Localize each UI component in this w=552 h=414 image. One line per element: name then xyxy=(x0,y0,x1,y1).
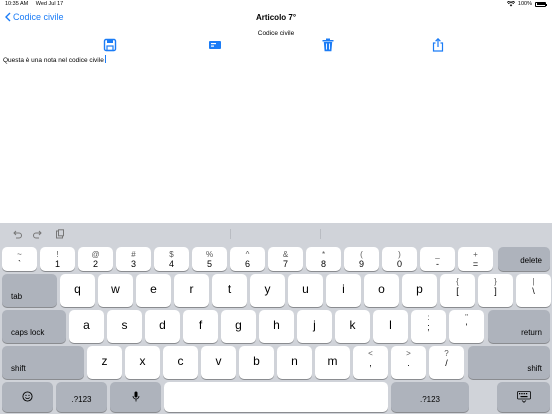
trash-icon xyxy=(322,38,334,52)
key-g[interactable]: g xyxy=(221,310,256,343)
redo-icon[interactable] xyxy=(33,229,43,239)
key-punct2-2[interactable]: ? / xyxy=(429,346,464,379)
share-icon xyxy=(432,38,444,52)
return-key[interactable]: return xyxy=(488,310,550,343)
key-5[interactable]: % 5 xyxy=(192,247,227,271)
key-u[interactable]: u xyxy=(288,274,323,307)
key-m[interactable]: m xyxy=(315,346,350,379)
caps-lock-key[interactable]: caps lock xyxy=(2,310,66,343)
bar-divider xyxy=(230,229,231,239)
key-w[interactable]: w xyxy=(98,274,133,307)
text-caret xyxy=(104,55,106,63)
key-z[interactable]: z xyxy=(87,346,122,379)
key--[interactable]: _ - xyxy=(420,247,455,271)
keyboard-shortcut-bar xyxy=(0,223,552,244)
numbers-key-left[interactable]: .?123 xyxy=(56,382,107,412)
shift-left-key[interactable]: shift xyxy=(2,346,84,379)
key-a[interactable]: a xyxy=(69,310,104,343)
key-x[interactable]: x xyxy=(125,346,160,379)
key-7[interactable]: & 7 xyxy=(268,247,303,271)
dictation-key[interactable] xyxy=(110,382,161,412)
wifi-icon xyxy=(506,1,515,7)
key-=[interactable]: + = xyxy=(458,247,493,271)
key-symbol-0[interactable]: {[ xyxy=(440,274,475,307)
keyboard-dismiss-icon xyxy=(516,391,531,403)
key-1[interactable]: ! 1 xyxy=(40,247,75,271)
keyboard-dismiss-key[interactable] xyxy=(497,382,550,412)
status-bar: 10:35 AM Wed Jul 17 100% xyxy=(0,0,552,9)
key-symbol-2[interactable]: | \ xyxy=(516,274,551,307)
page-title: Articolo 7° xyxy=(255,13,297,22)
microphone-icon xyxy=(132,391,139,402)
note-text: Questa è una nota nel codice civile xyxy=(3,57,104,64)
key-punct2-0[interactable]: <, xyxy=(353,346,388,379)
key-i[interactable]: i xyxy=(326,274,361,307)
key-c[interactable]: c xyxy=(163,346,198,379)
key-`[interactable]: ~ ` xyxy=(2,247,37,271)
emoji-icon xyxy=(22,391,33,402)
key-o[interactable]: o xyxy=(364,274,399,307)
key-6[interactable]: ^ 6 xyxy=(230,247,265,271)
key-t[interactable]: t xyxy=(212,274,247,307)
key-j[interactable]: j xyxy=(297,310,332,343)
battery-percent: 100% xyxy=(517,1,532,7)
delete-button[interactable] xyxy=(321,38,335,52)
key-d[interactable]: d xyxy=(145,310,180,343)
key-p[interactable]: p xyxy=(402,274,437,307)
key-punct-1[interactable]: " ' xyxy=(449,310,484,343)
key-h[interactable]: h xyxy=(259,310,294,343)
key-k[interactable]: k xyxy=(335,310,370,343)
paste-icon[interactable] xyxy=(55,229,65,239)
key-symbol-1[interactable]: }] xyxy=(478,274,513,307)
bar-divider xyxy=(320,229,321,239)
key-y[interactable]: y xyxy=(250,274,285,307)
note-editor[interactable]: Questa è una nota nel codice civile xyxy=(3,55,106,64)
key-9[interactable]: (9 xyxy=(344,247,379,271)
key-3[interactable]: #3 xyxy=(116,247,151,271)
save-icon xyxy=(103,38,117,52)
page-subtitle: Codice civile xyxy=(257,30,295,37)
space-key[interactable] xyxy=(164,382,388,412)
key-n[interactable]: n xyxy=(277,346,312,379)
key-v[interactable]: v xyxy=(201,346,236,379)
card-button[interactable] xyxy=(208,38,222,52)
key-punct-0[interactable]: :; xyxy=(411,310,446,343)
key-0[interactable]: ) 0 xyxy=(382,247,417,271)
key-4[interactable]: $4 xyxy=(154,247,189,271)
keyboard: delete tab caps lock return shift shift … xyxy=(0,223,552,414)
undo-icon[interactable] xyxy=(12,229,22,239)
navigation-bar: Codice civile Articolo 7° xyxy=(0,9,552,28)
key-punct2-1[interactable]: >. xyxy=(391,346,426,379)
tab-key[interactable]: tab xyxy=(2,274,57,307)
card-icon xyxy=(209,41,221,49)
numbers-key-right[interactable]: .?123 xyxy=(391,382,469,412)
status-time: 10:35 AM xyxy=(5,1,29,7)
key-r[interactable]: r xyxy=(174,274,209,307)
status-date: Wed Jul 17 xyxy=(35,1,64,7)
battery-icon xyxy=(535,1,547,7)
key-s[interactable]: s xyxy=(107,310,142,343)
save-button[interactable] xyxy=(103,38,117,52)
key-f[interactable]: f xyxy=(183,310,218,343)
share-button[interactable] xyxy=(431,38,445,52)
key-l[interactable]: l xyxy=(373,310,408,343)
key-8[interactable]: * 8 xyxy=(306,247,341,271)
delete-key[interactable]: delete xyxy=(498,247,550,271)
key-e[interactable]: e xyxy=(136,274,171,307)
emoji-key[interactable] xyxy=(2,382,53,412)
key-q[interactable]: q xyxy=(60,274,95,307)
key-2[interactable]: @2 xyxy=(78,247,113,271)
shift-right-key[interactable]: shift xyxy=(468,346,550,379)
key-b[interactable]: b xyxy=(239,346,274,379)
